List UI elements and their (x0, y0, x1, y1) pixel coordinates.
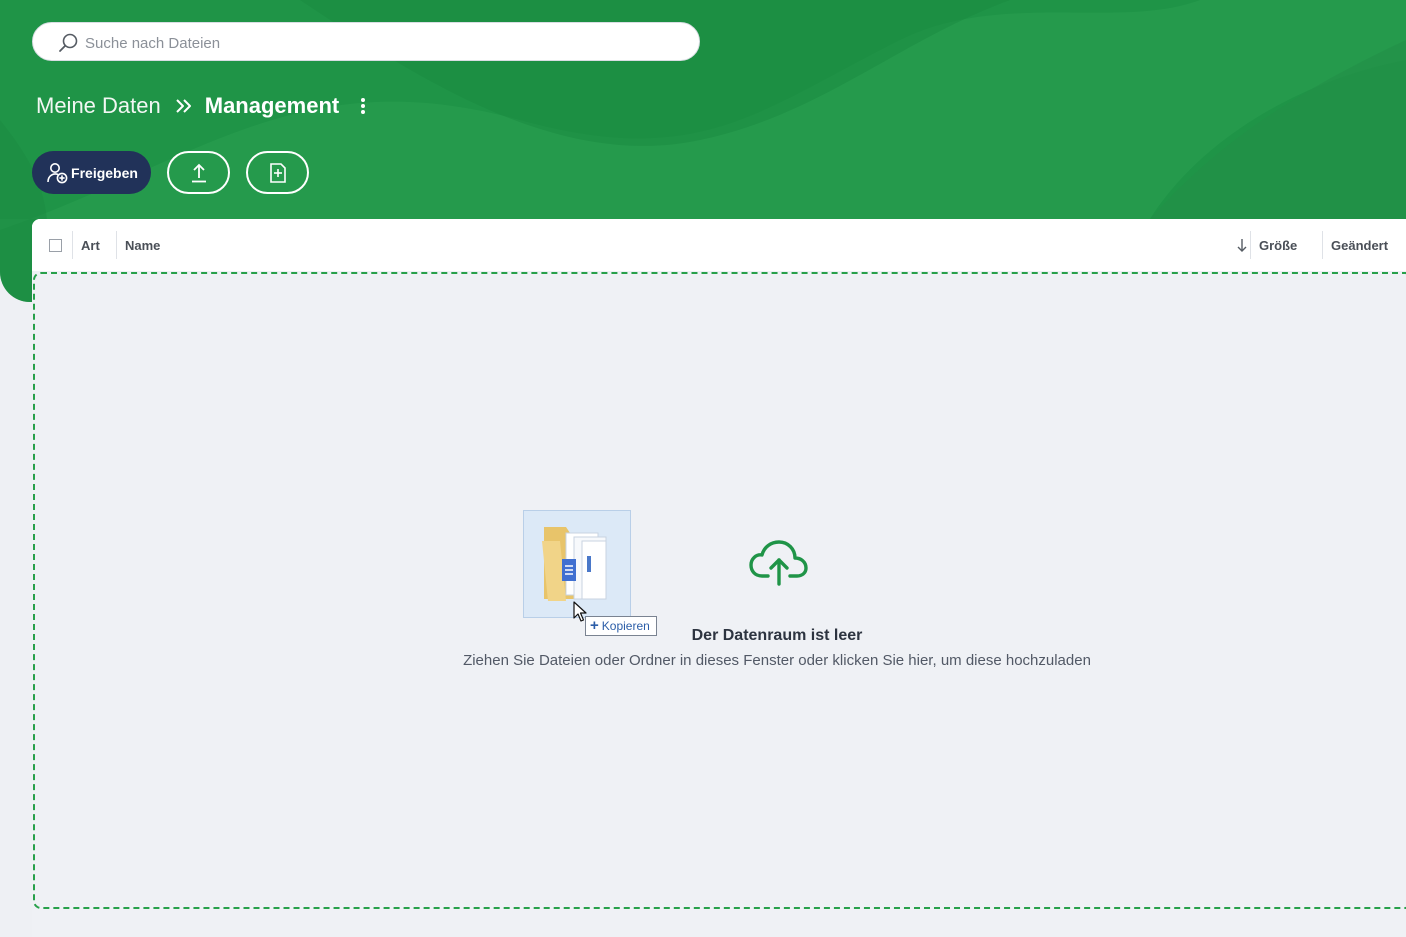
share-button[interactable]: Freigeben (32, 151, 151, 194)
upload-button[interactable] (167, 151, 230, 194)
column-divider (72, 231, 73, 259)
column-divider (1322, 231, 1323, 259)
table-header: Art Name Größe Geändert (32, 219, 1406, 271)
column-header-name[interactable]: Name (125, 219, 160, 271)
file-table: Art Name Größe Geändert + Kopieren Der D… (32, 219, 1406, 937)
column-divider (116, 231, 117, 259)
search-input[interactable] (83, 29, 687, 57)
column-header-modified[interactable]: Geändert (1331, 219, 1388, 271)
column-header-size[interactable]: Größe (1259, 219, 1297, 271)
toolbar: Freigeben (32, 151, 309, 194)
add-user-icon (47, 162, 68, 183)
new-file-icon (269, 162, 286, 183)
breadcrumb-current: Management (204, 93, 340, 118)
search-icon (59, 33, 78, 52)
empty-state-title: Der Datenraum ist leer (691, 627, 863, 644)
select-all-checkbox[interactable] (49, 239, 62, 252)
search-bar[interactable] (32, 22, 700, 61)
chevrons-right-icon (176, 99, 191, 113)
sort-down-icon[interactable] (1235, 237, 1249, 253)
app-page: Meine Daten Management Freigeben (0, 0, 1406, 937)
upload-dropzone[interactable]: + Kopieren Der Datenraum ist leer Ziehen… (33, 272, 1406, 909)
new-file-button[interactable] (246, 151, 309, 194)
column-header-type[interactable]: Art (81, 219, 100, 271)
breadcrumb-root[interactable]: Meine Daten (36, 93, 161, 119)
empty-state-subtitle[interactable]: Ziehen Sie Dateien oder Ordner in dieses… (35, 652, 1406, 669)
upload-icon (191, 163, 206, 182)
breadcrumb: Meine Daten Management (36, 90, 367, 122)
more-vertical-icon[interactable] (359, 96, 367, 116)
share-button-label: Freigeben (71, 164, 138, 181)
cloud-upload-icon (749, 540, 808, 586)
column-divider (1250, 231, 1251, 259)
